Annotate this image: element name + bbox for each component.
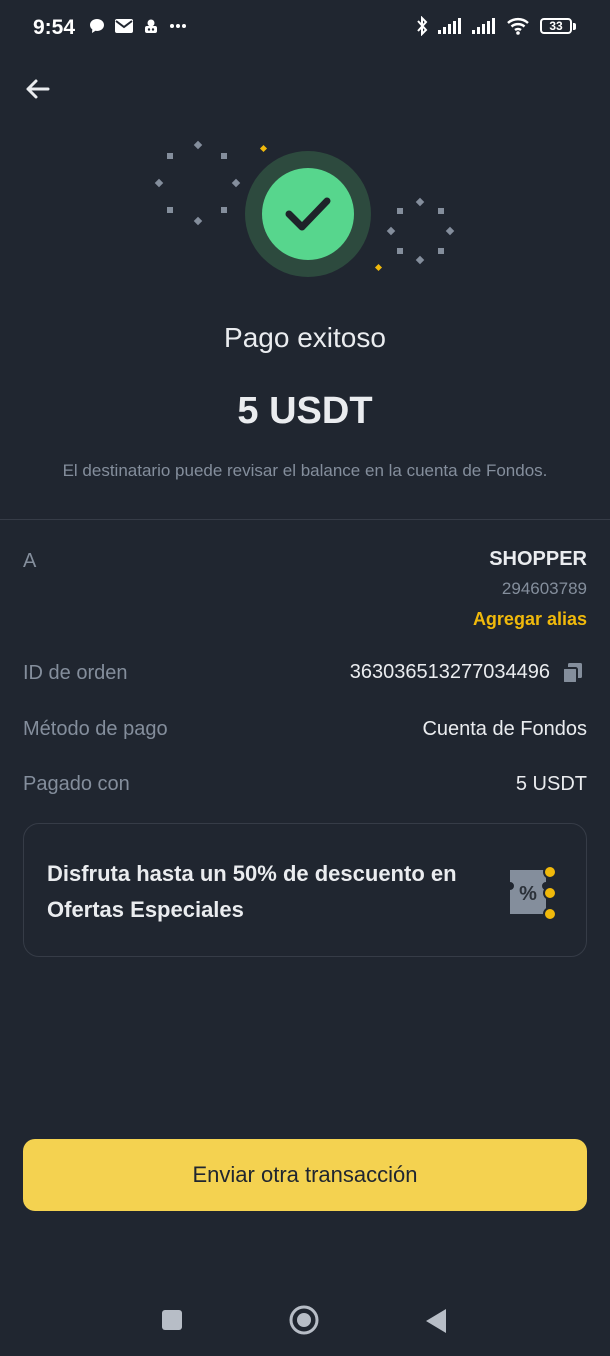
- divider: [0, 519, 610, 520]
- result-subtitle: El destinatario puede revisar el balance…: [62, 461, 548, 480]
- send-another-transaction-button[interactable]: Enviar otra transacción: [23, 1139, 587, 1211]
- check-circle-icon: [245, 151, 371, 277]
- clock: 9:54: [33, 16, 76, 39]
- to-label: A: [23, 550, 37, 572]
- battery-icon: 33: [540, 18, 576, 34]
- more-icon: [170, 24, 186, 28]
- promo-banner[interactable]: Disfruta hasta un 50% de descuento en Of…: [23, 823, 587, 957]
- paid-with-label: Pagado con: [23, 773, 130, 795]
- signal-icon: [472, 18, 495, 34]
- result-title: Pago exitoso: [224, 322, 386, 353]
- mail-icon: [115, 19, 133, 33]
- back-button[interactable]: [22, 74, 54, 104]
- paid-with-value: 5 USDT: [515, 773, 587, 795]
- app-icon: [145, 19, 157, 33]
- home-circle-icon[interactable]: [289, 1305, 319, 1340]
- notification-icons: [89, 18, 187, 34]
- signal-icon: [438, 18, 461, 34]
- success-illustration: [0, 130, 610, 290]
- payment-method-value: Cuenta de Fondos: [422, 718, 587, 740]
- result-amount: 5 USDT: [237, 390, 373, 432]
- bluetooth-icon: [417, 16, 428, 36]
- battery-level: 33: [540, 18, 572, 34]
- copy-icon[interactable]: [562, 662, 584, 684]
- system-icons: 33: [416, 16, 576, 36]
- order-id-value: 363036513277034496: [349, 661, 550, 683]
- system-nav-bar: [0, 1290, 610, 1350]
- status-bar: 9:54 33: [0, 0, 610, 58]
- recipient-id: 294603789: [501, 579, 587, 598]
- wifi-icon: [507, 18, 529, 35]
- chat-icon: [90, 19, 104, 33]
- recipient-name: SHOPPER: [489, 548, 587, 570]
- order-id-label: ID de orden: [23, 662, 128, 684]
- square-icon[interactable]: [161, 1309, 183, 1336]
- promo-text: Disfruta hasta un 50% de descuento en Of…: [47, 861, 457, 922]
- back-triangle-icon[interactable]: [425, 1308, 447, 1339]
- discount-coupon-icon: %: [506, 862, 560, 922]
- add-alias-link[interactable]: Agregar alias: [473, 609, 587, 630]
- payment-method-label: Método de pago: [23, 718, 168, 740]
- svg-text:%: %: [519, 883, 537, 905]
- arrow-left-icon: [26, 79, 50, 99]
